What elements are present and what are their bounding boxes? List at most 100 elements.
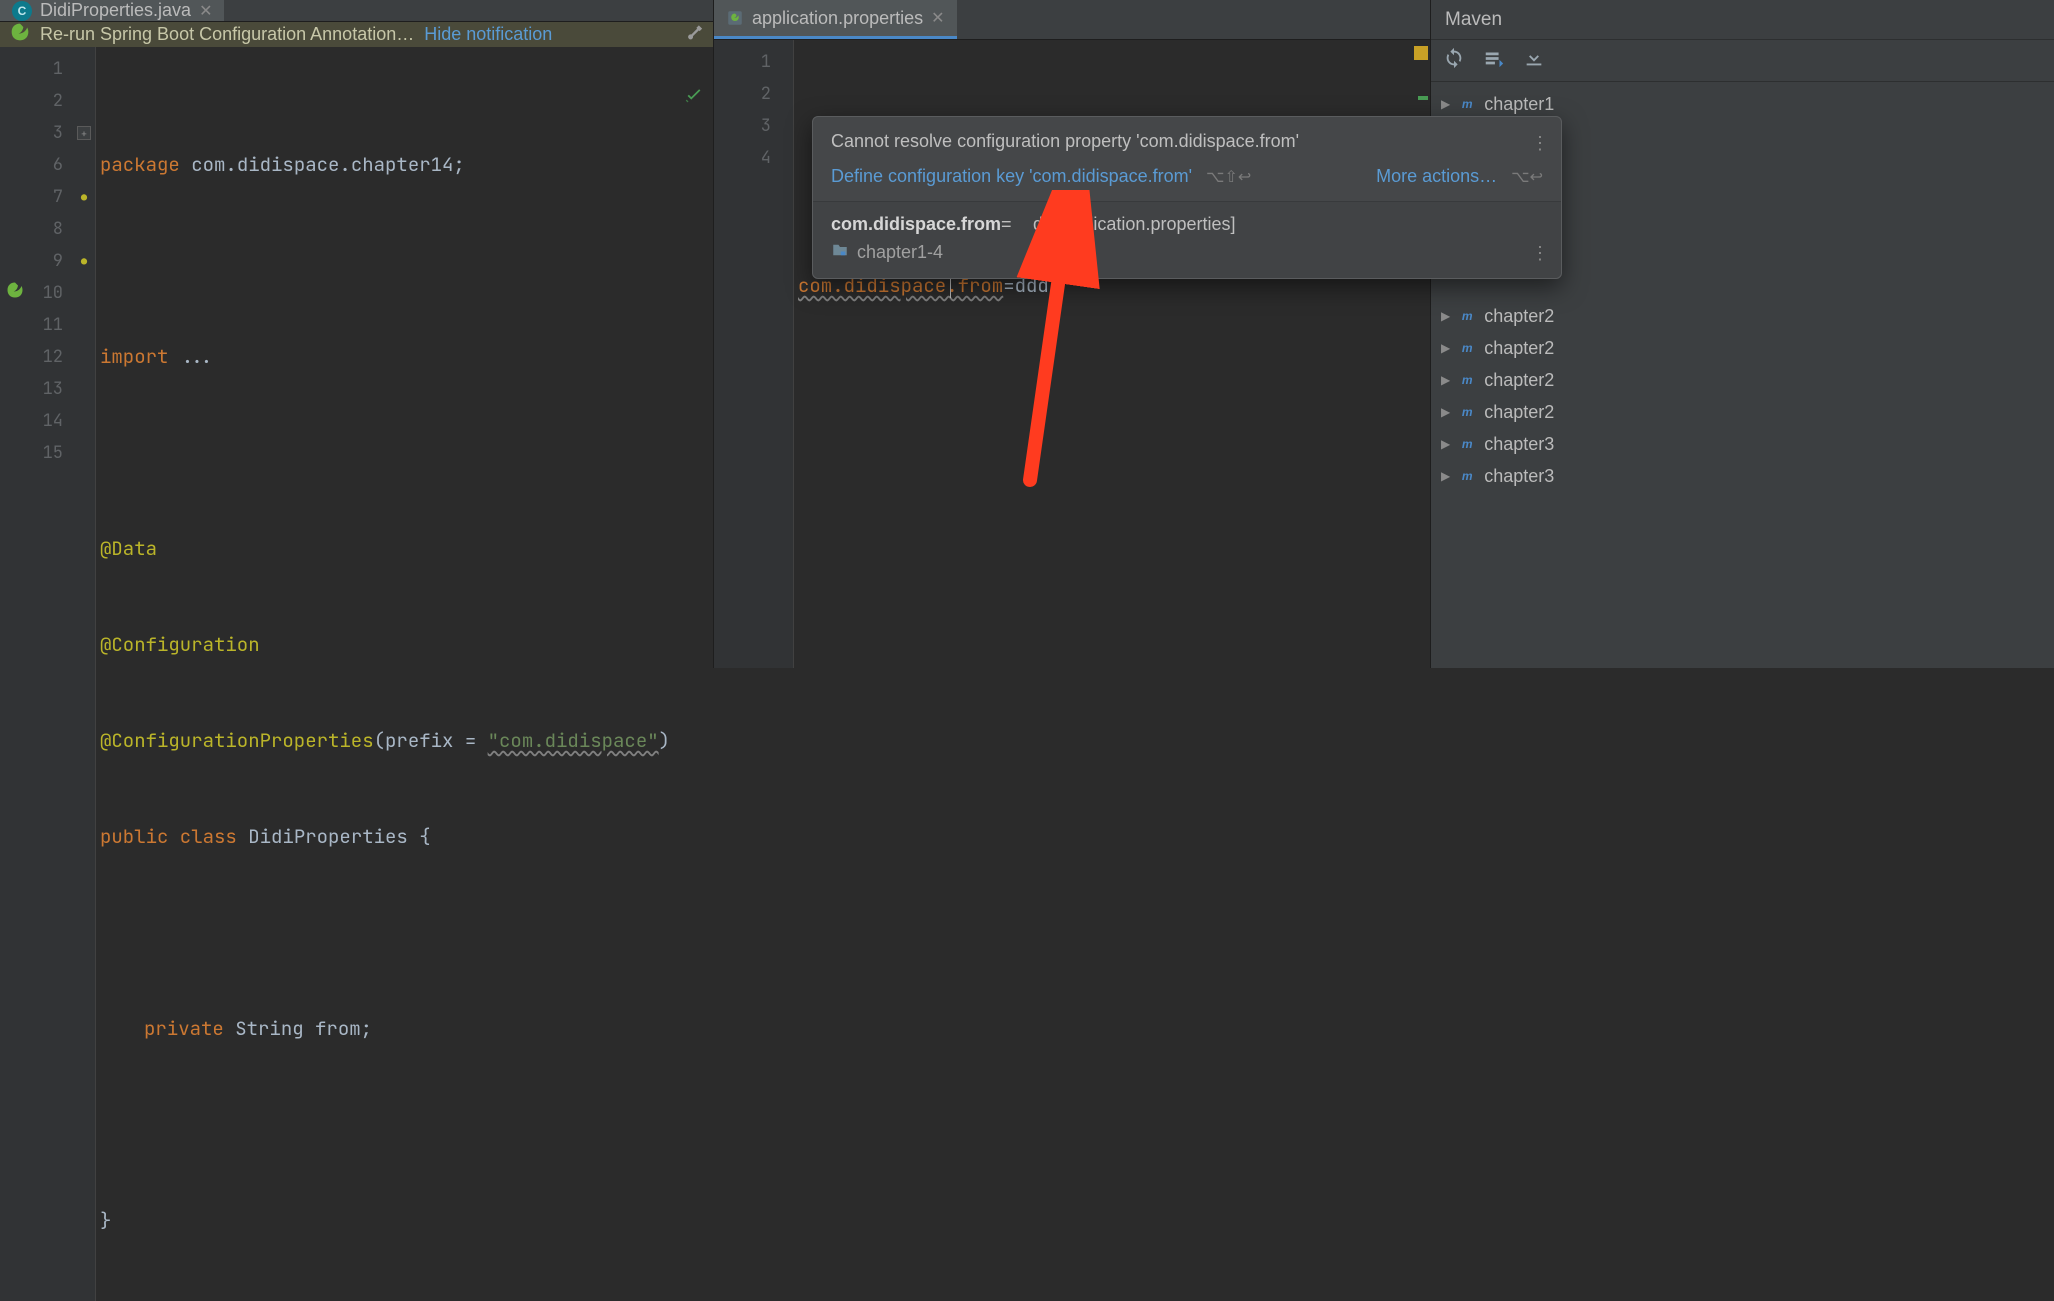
popup-message: Cannot resolve configuration property 'c… — [831, 131, 1299, 152]
ok-marker — [1418, 96, 1428, 100]
spring-icon — [10, 22, 30, 47]
line-number: 1 — [53, 58, 63, 80]
module-label: chapter2 — [1484, 402, 1554, 423]
maven-module-icon: m — [1458, 371, 1476, 389]
kw-public: public — [100, 821, 168, 853]
line-number: 12 — [43, 346, 63, 368]
maven-module-icon: m — [1458, 467, 1476, 485]
notification-bar: Re-run Spring Boot Configuration Annotat… — [0, 22, 713, 47]
inspection-popup: Cannot resolve configuration property 'c… — [812, 116, 1562, 279]
paren-close: ) — [659, 725, 670, 757]
line-number: 3 — [761, 115, 771, 137]
tab-label: DidiProperties.java — [40, 0, 191, 21]
line-number: 2 — [761, 83, 771, 105]
refresh-icon[interactable] — [1443, 47, 1465, 75]
left-editor[interactable]: 1 2 3 + 6 7 ● 8 9 ● 10 11 12 13 14 15 — [0, 47, 713, 1301]
kw-class: class — [168, 821, 236, 853]
spring-gutter-icon[interactable] — [6, 281, 24, 305]
class-name: DidiProperties { — [237, 821, 431, 853]
maven-toolbar — [1431, 40, 2054, 82]
line-number: 3 — [53, 122, 63, 144]
generate-sources-icon[interactable] — [1483, 47, 1505, 75]
package-name: com.didispace.chapter14; — [180, 149, 465, 181]
import-ellipsis: ... — [168, 341, 214, 373]
maven-module[interactable]: ▶mchapter3 — [1431, 428, 2054, 460]
usage-key: com.didispace.from — [831, 214, 1001, 234]
download-icon[interactable] — [1523, 47, 1545, 75]
shortcut-icon: ⌥↩ — [1511, 167, 1543, 187]
folder-icon — [831, 241, 849, 264]
module-label: chapter2 — [1484, 338, 1554, 359]
triangle-icon: ▶ — [1441, 405, 1450, 419]
triangle-icon: ▶ — [1441, 309, 1450, 323]
line-number: 10 — [43, 282, 63, 304]
maven-module[interactable]: ▶ m chapter2 — [1431, 364, 2054, 396]
line-number: 7 — [53, 186, 63, 208]
maven-module[interactable]: ▶ m chapter2 — [1431, 396, 2054, 428]
kw-import: import — [100, 341, 168, 373]
module-name: chapter1-4 — [857, 242, 943, 263]
line-number: 2 — [53, 90, 63, 112]
left-tab-bar: C DidiProperties.java ✕ — [0, 0, 713, 22]
maven-module[interactable]: ▶mchapter2 — [1431, 332, 2054, 364]
maven-tool-window: Maven ▶ m chapter1 ▶ m chapter2 ▶ m chapter2 ▶… — [1431, 0, 2054, 668]
triangle-icon: ▶ — [1441, 469, 1450, 483]
line-number: 14 — [43, 410, 63, 432]
wrench-icon[interactable] — [683, 22, 703, 47]
usage-val: d" — [1033, 214, 1054, 234]
field-from: from; — [304, 1013, 372, 1045]
left-gutter: 1 2 3 + 6 7 ● 8 9 ● 10 11 12 13 14 15 — [0, 47, 96, 1301]
right-tab-bar: application.properties ✕ — [714, 0, 1430, 40]
usage-eq: = — [1001, 214, 1012, 234]
java-class-icon: C — [12, 1, 32, 21]
line-number: 1 — [761, 51, 771, 73]
kw-package: package — [100, 149, 180, 181]
tab-label: application.properties — [752, 8, 923, 29]
notification-text: Re-run Spring Boot Configuration Annotat… — [40, 24, 414, 45]
left-code-area[interactable]: package com.didispace.chapter14; import … — [96, 47, 713, 1301]
paren-open: ( — [374, 725, 385, 757]
tab-didiproperties[interactable]: C DidiProperties.java ✕ — [0, 0, 224, 21]
fold-icon[interactable]: ● — [77, 190, 91, 204]
line-number: 11 — [43, 314, 63, 336]
triangle-icon: ▶ — [1441, 437, 1450, 451]
maven-module[interactable]: ▶mchapter2 — [1431, 300, 2054, 332]
kebab-icon[interactable]: ⋮ — [1531, 133, 1549, 154]
fold-icon[interactable]: ● — [77, 254, 91, 268]
right-gutter: 1 2 3 4 — [714, 40, 794, 668]
more-actions-link[interactable]: More actions… — [1376, 166, 1497, 187]
module-label: chapter2 — [1484, 370, 1554, 391]
define-key-link[interactable]: Define configuration key 'com.didispace.… — [831, 166, 1192, 187]
close-icon[interactable]: ✕ — [931, 8, 944, 28]
hide-notification-link[interactable]: Hide notification — [424, 24, 552, 45]
close-icon[interactable]: ✕ — [199, 1, 212, 21]
warning-marker[interactable] — [1414, 46, 1428, 60]
properties-file-icon — [726, 9, 744, 27]
prefix-string: "com.didispace" — [488, 725, 659, 757]
maven-module-icon: m — [1458, 307, 1476, 325]
line-number: 9 — [53, 250, 63, 272]
type-string: String — [224, 1013, 304, 1045]
fold-icon[interactable]: + — [77, 126, 91, 140]
triangle-icon: ▶ — [1441, 373, 1450, 387]
shortcut-icon: ⌥⇧↩ — [1206, 167, 1251, 187]
ann-configuration: @Configuration — [100, 629, 260, 661]
maven-module-icon: m — [1458, 435, 1476, 453]
line-number: 13 — [43, 378, 63, 400]
kw-private: private — [144, 1013, 224, 1045]
ann-data: @Data — [100, 533, 157, 565]
line-number: 8 — [53, 218, 63, 240]
module-label: chapter1 — [1484, 94, 1554, 115]
triangle-icon: ▶ — [1441, 341, 1450, 355]
maven-module-icon: m — [1458, 403, 1476, 421]
triangle-icon: ▶ — [1441, 97, 1450, 111]
maven-module[interactable]: ▶ m chapter3 — [1431, 460, 2054, 492]
line-number: 15 — [43, 442, 63, 464]
module-label: chapter3 — [1484, 466, 1554, 487]
line-number: 6 — [53, 154, 63, 176]
kebab-icon[interactable]: ⋮ — [1531, 243, 1549, 264]
close-brace: } — [100, 1205, 111, 1237]
check-icon[interactable] — [569, 53, 705, 149]
tab-application-properties[interactable]: application.properties ✕ — [714, 0, 957, 39]
maven-title: Maven — [1431, 0, 2054, 40]
